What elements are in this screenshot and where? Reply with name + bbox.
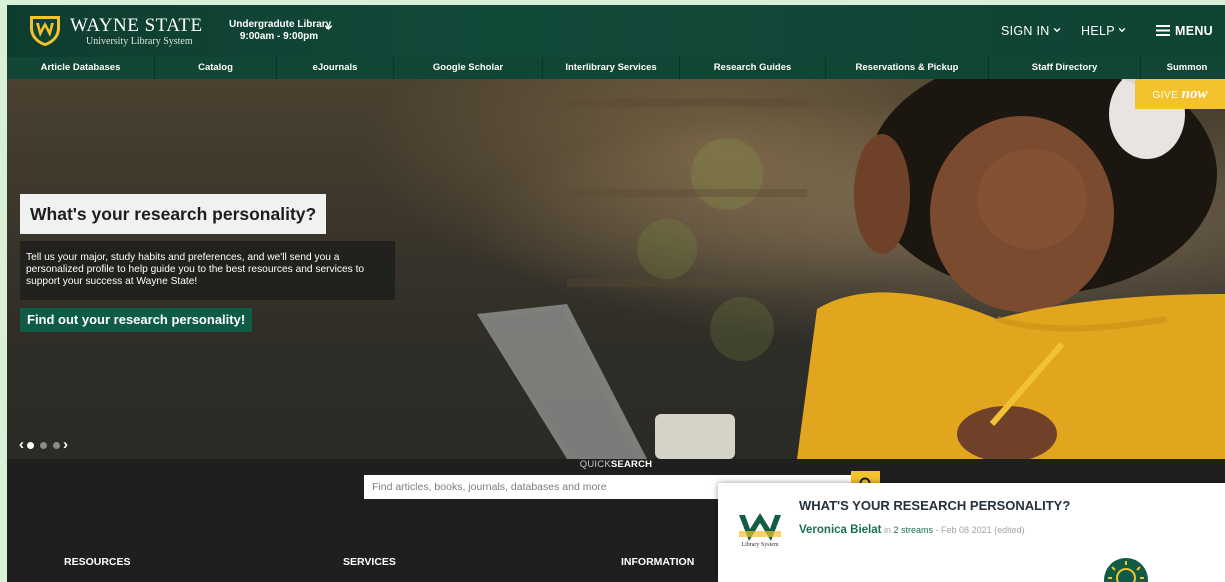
help-label: HELP xyxy=(1081,24,1115,38)
logo-title[interactable]: WAYNE STATE xyxy=(70,15,203,37)
sign-in-button[interactable]: SIGN IN xyxy=(1001,24,1061,38)
library-page: WAYNE STATE University Library System Un… xyxy=(7,5,1225,582)
research-personality-popup[interactable]: Library System WHAT'S YOUR RESEARCH PERS… xyxy=(718,483,1225,582)
quick-links-nav: Article Databases Catalog eJournals Goog… xyxy=(7,57,1225,79)
site-header: WAYNE STATE University Library System Un… xyxy=(7,5,1225,57)
chevron-down-icon xyxy=(1118,27,1126,33)
chevron-down-icon[interactable] xyxy=(324,23,333,32)
carousel-dot-1[interactable] xyxy=(27,441,34,449)
nav-staff-directory[interactable]: Staff Directory xyxy=(989,57,1141,79)
carousel-prev-icon[interactable]: ‹ xyxy=(19,437,24,452)
give-label: GIVE xyxy=(1152,90,1179,101)
nav-research-guides[interactable]: Research Guides xyxy=(680,57,826,79)
research-personality-button[interactable]: Find out your research personality! xyxy=(20,308,253,332)
carousel-next-icon[interactable]: › xyxy=(63,437,68,452)
give-now-button[interactable]: GIVE now xyxy=(1135,79,1225,109)
help-button[interactable]: HELP xyxy=(1081,24,1126,38)
popup-date: - Feb 08 2021 (edited) xyxy=(935,525,1025,535)
popup-meta: Veronica Bielat in 2 streams - Feb 08 20… xyxy=(799,524,1025,536)
nav-ejournals[interactable]: eJournals xyxy=(277,57,394,79)
carousel-dot-3[interactable] xyxy=(53,441,60,449)
logo-subtitle: University Library System xyxy=(86,36,193,47)
library-hours: 9:00am - 9:00pm xyxy=(239,31,319,42)
popup-in-text: in xyxy=(883,525,891,535)
carousel-dot-2[interactable] xyxy=(40,441,47,449)
popup-title[interactable]: WHAT'S YOUR RESEARCH PERSONALITY? xyxy=(799,498,1070,513)
popup-author[interactable]: Veronica Bielat xyxy=(799,524,881,536)
library-name: Undergradute Library xyxy=(229,19,332,30)
popup-logo-text: Library System xyxy=(741,542,779,548)
hamburger-menu-icon xyxy=(1156,25,1170,36)
popup-streams-link[interactable]: 2 streams xyxy=(894,525,934,535)
hero-title: What's your research personality? xyxy=(20,194,327,234)
footer-services-heading[interactable]: SERVICES xyxy=(343,556,396,568)
nav-reservations-pickup[interactable]: Reservations & Pickup xyxy=(826,57,989,79)
nav-catalog[interactable]: Catalog xyxy=(155,57,277,79)
chevron-down-icon xyxy=(1053,27,1060,33)
hero-carousel: GIVE now What's your research personalit… xyxy=(7,79,1225,459)
quicksearch-label-prefix: QUICK xyxy=(579,459,611,470)
footer-information-heading[interactable]: INFORMATION xyxy=(621,556,694,568)
nav-interlibrary-services[interactable]: Interlibrary Services xyxy=(543,57,680,79)
nav-summon[interactable]: Summon xyxy=(1141,57,1225,79)
hero-description: Tell us your major, study habits and pre… xyxy=(20,241,395,300)
sign-in-label: SIGN IN xyxy=(1001,24,1050,38)
menu-label: MENU xyxy=(1175,24,1214,38)
lightbulb-badge-icon xyxy=(1104,558,1148,582)
wayne-state-shield-icon[interactable] xyxy=(27,13,63,47)
quicksearch-label-strong: SEARCH xyxy=(610,459,653,470)
nav-article-databases[interactable]: Article Databases xyxy=(7,57,155,79)
carousel-controls: ‹ › xyxy=(19,437,68,452)
nav-google-scholar[interactable]: Google Scholar xyxy=(394,57,543,79)
footer-resources-heading[interactable]: RESOURCES xyxy=(64,556,131,568)
menu-button[interactable]: MENU xyxy=(1156,24,1213,38)
give-now-word: now xyxy=(1181,86,1208,102)
library-hours-selector[interactable]: Undergradute Library 9:00am - 9:00pm xyxy=(229,19,332,43)
quicksearch-label: QUICKSEARCH xyxy=(7,459,1225,470)
